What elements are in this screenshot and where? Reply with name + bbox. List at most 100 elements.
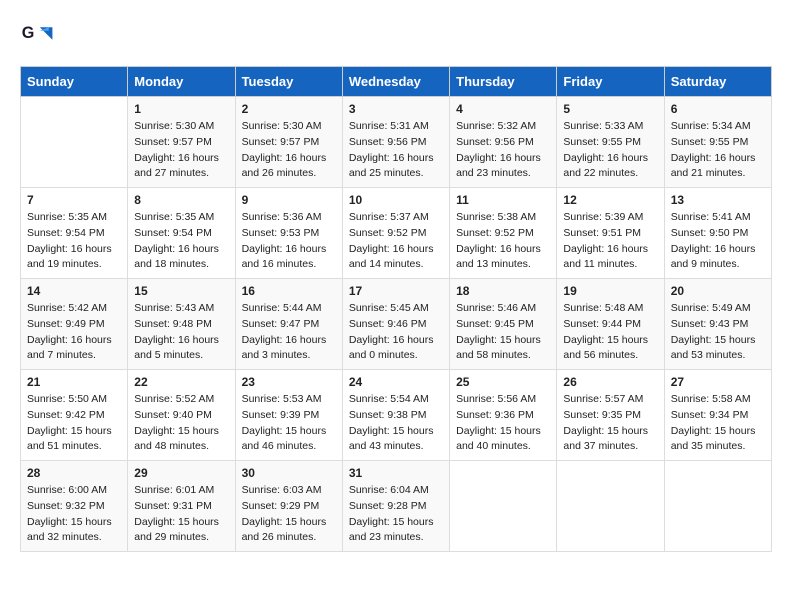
day-number: 29 [134,466,228,480]
calendar-cell: 2 Sunrise: 5:30 AMSunset: 9:57 PMDaylight… [235,97,342,188]
cell-content: Sunrise: 5:54 AMSunset: 9:38 PMDaylight:… [349,392,443,455]
cell-content: Sunrise: 6:03 AMSunset: 9:29 PMDaylight:… [242,483,336,546]
calendar-cell [21,97,128,188]
calendar-cell: 29 Sunrise: 6:01 AMSunset: 9:31 PMDayligh… [128,461,235,552]
calendar-cell: 18 Sunrise: 5:46 AMSunset: 9:45 PMDayligh… [450,279,557,370]
day-number: 11 [456,193,550,207]
week-row-1: 1 Sunrise: 5:30 AMSunset: 9:57 PMDaylight… [21,97,772,188]
cell-content: Sunrise: 5:52 AMSunset: 9:40 PMDaylight:… [134,392,228,455]
day-number: 4 [456,102,550,116]
day-number: 8 [134,193,228,207]
day-number: 28 [27,466,121,480]
calendar-cell: 27 Sunrise: 5:58 AMSunset: 9:34 PMDayligh… [664,370,771,461]
cell-content: Sunrise: 5:43 AMSunset: 9:48 PMDaylight:… [134,301,228,364]
cell-content: Sunrise: 5:53 AMSunset: 9:39 PMDaylight:… [242,392,336,455]
calendar-cell [557,461,664,552]
header-wednesday: Wednesday [342,67,449,97]
cell-content: Sunrise: 5:35 AMSunset: 9:54 PMDaylight:… [27,210,121,273]
cell-content: Sunrise: 5:45 AMSunset: 9:46 PMDaylight:… [349,301,443,364]
logo-icon: G [20,20,56,56]
day-number: 1 [134,102,228,116]
cell-content: Sunrise: 5:36 AMSunset: 9:53 PMDaylight:… [242,210,336,273]
calendar-cell [450,461,557,552]
day-number: 15 [134,284,228,298]
header-sunday: Sunday [21,67,128,97]
day-number: 2 [242,102,336,116]
cell-content: Sunrise: 5:31 AMSunset: 9:56 PMDaylight:… [349,119,443,182]
calendar-table: SundayMondayTuesdayWednesdayThursdayFrid… [20,66,772,552]
calendar-cell: 21 Sunrise: 5:50 AMSunset: 9:42 PMDayligh… [21,370,128,461]
calendar-cell: 14 Sunrise: 5:42 AMSunset: 9:49 PMDayligh… [21,279,128,370]
cell-content: Sunrise: 5:30 AMSunset: 9:57 PMDaylight:… [134,119,228,182]
day-number: 22 [134,375,228,389]
cell-content: Sunrise: 6:04 AMSunset: 9:28 PMDaylight:… [349,483,443,546]
day-number: 14 [27,284,121,298]
calendar-cell: 28 Sunrise: 6:00 AMSunset: 9:32 PMDayligh… [21,461,128,552]
cell-content: Sunrise: 6:00 AMSunset: 9:32 PMDaylight:… [27,483,121,546]
calendar-cell: 13 Sunrise: 5:41 AMSunset: 9:50 PMDayligh… [664,188,771,279]
cell-content: Sunrise: 5:50 AMSunset: 9:42 PMDaylight:… [27,392,121,455]
calendar-cell: 10 Sunrise: 5:37 AMSunset: 9:52 PMDayligh… [342,188,449,279]
header-friday: Friday [557,67,664,97]
calendar-header-row: SundayMondayTuesdayWednesdayThursdayFrid… [21,67,772,97]
week-row-3: 14 Sunrise: 5:42 AMSunset: 9:49 PMDayligh… [21,279,772,370]
day-number: 3 [349,102,443,116]
day-number: 12 [563,193,657,207]
day-number: 9 [242,193,336,207]
header-monday: Monday [128,67,235,97]
week-row-5: 28 Sunrise: 6:00 AMSunset: 9:32 PMDayligh… [21,461,772,552]
header-tuesday: Tuesday [235,67,342,97]
calendar-cell: 16Sunrise: 5:44 AMSunset: 9:47 PMDayligh… [235,279,342,370]
cell-content: Sunrise: 5:49 AMSunset: 9:43 PMDaylight:… [671,301,765,364]
cell-content: Sunrise: 5:41 AMSunset: 9:50 PMDaylight:… [671,210,765,273]
day-number: 7 [27,193,121,207]
header-thursday: Thursday [450,67,557,97]
calendar-cell: 25Sunrise: 5:56 AMSunset: 9:36 PMDayligh… [450,370,557,461]
day-number: 5 [563,102,657,116]
calendar-cell: 19 Sunrise: 5:48 AMSunset: 9:44 PMDayligh… [557,279,664,370]
day-number: 19 [563,284,657,298]
day-number: 27 [671,375,765,389]
calendar-cell: 7 Sunrise: 5:35 AMSunset: 9:54 PMDaylight… [21,188,128,279]
cell-content: Sunrise: 5:46 AMSunset: 9:45 PMDaylight:… [456,301,550,364]
calendar-cell: 30 Sunrise: 6:03 AMSunset: 9:29 PMDayligh… [235,461,342,552]
day-number: 6 [671,102,765,116]
cell-content: Sunrise: 5:34 AMSunset: 9:55 PMDaylight:… [671,119,765,182]
calendar-cell: 20 Sunrise: 5:49 AMSunset: 9:43 PMDayligh… [664,279,771,370]
cell-content: Sunrise: 5:38 AMSunset: 9:52 PMDaylight:… [456,210,550,273]
calendar-cell: 1 Sunrise: 5:30 AMSunset: 9:57 PMDaylight… [128,97,235,188]
day-number: 10 [349,193,443,207]
cell-content: Sunrise: 5:44 AMSunset: 9:47 PMDaylight:… [242,301,336,364]
calendar-cell: 3 Sunrise: 5:31 AMSunset: 9:56 PMDaylight… [342,97,449,188]
calendar-cell: 17 Sunrise: 5:45 AMSunset: 9:46 PMDayligh… [342,279,449,370]
day-number: 23 [242,375,336,389]
calendar-cell: 6 Sunrise: 5:34 AMSunset: 9:55 PMDaylight… [664,97,771,188]
day-number: 17 [349,284,443,298]
cell-content: Sunrise: 5:30 AMSunset: 9:57 PMDaylight:… [242,119,336,182]
day-number: 18 [456,284,550,298]
cell-content: Sunrise: 5:35 AMSunset: 9:54 PMDaylight:… [134,210,228,273]
cell-content: Sunrise: 6:01 AMSunset: 9:31 PMDaylight:… [134,483,228,546]
cell-content: Sunrise: 5:48 AMSunset: 9:44 PMDaylight:… [563,301,657,364]
cell-content: Sunrise: 5:37 AMSunset: 9:52 PMDaylight:… [349,210,443,273]
cell-content: Sunrise: 5:56 AMSunset: 9:36 PMDaylight:… [456,392,550,455]
calendar-cell: 31Sunrise: 6:04 AMSunset: 9:28 PMDayligh… [342,461,449,552]
cell-content: Sunrise: 5:58 AMSunset: 9:34 PMDaylight:… [671,392,765,455]
day-number: 20 [671,284,765,298]
svg-text:G: G [22,24,35,42]
day-number: 24 [349,375,443,389]
day-number: 13 [671,193,765,207]
logo: G [20,20,62,56]
header: G [20,20,772,56]
calendar-cell: 8 Sunrise: 5:35 AMSunset: 9:54 PMDaylight… [128,188,235,279]
calendar-cell: 22 Sunrise: 5:52 AMSunset: 9:40 PMDayligh… [128,370,235,461]
calendar-cell: 12 Sunrise: 5:39 AMSunset: 9:51 PMDayligh… [557,188,664,279]
week-row-2: 7 Sunrise: 5:35 AMSunset: 9:54 PMDaylight… [21,188,772,279]
day-number: 21 [27,375,121,389]
day-number: 30 [242,466,336,480]
cell-content: Sunrise: 5:42 AMSunset: 9:49 PMDaylight:… [27,301,121,364]
cell-content: Sunrise: 5:39 AMSunset: 9:51 PMDaylight:… [563,210,657,273]
calendar-cell: 23 Sunrise: 5:53 AMSunset: 9:39 PMDayligh… [235,370,342,461]
calendar-cell: 11 Sunrise: 5:38 AMSunset: 9:52 PMDayligh… [450,188,557,279]
calendar-cell: 26Sunrise: 5:57 AMSunset: 9:35 PMDayligh… [557,370,664,461]
